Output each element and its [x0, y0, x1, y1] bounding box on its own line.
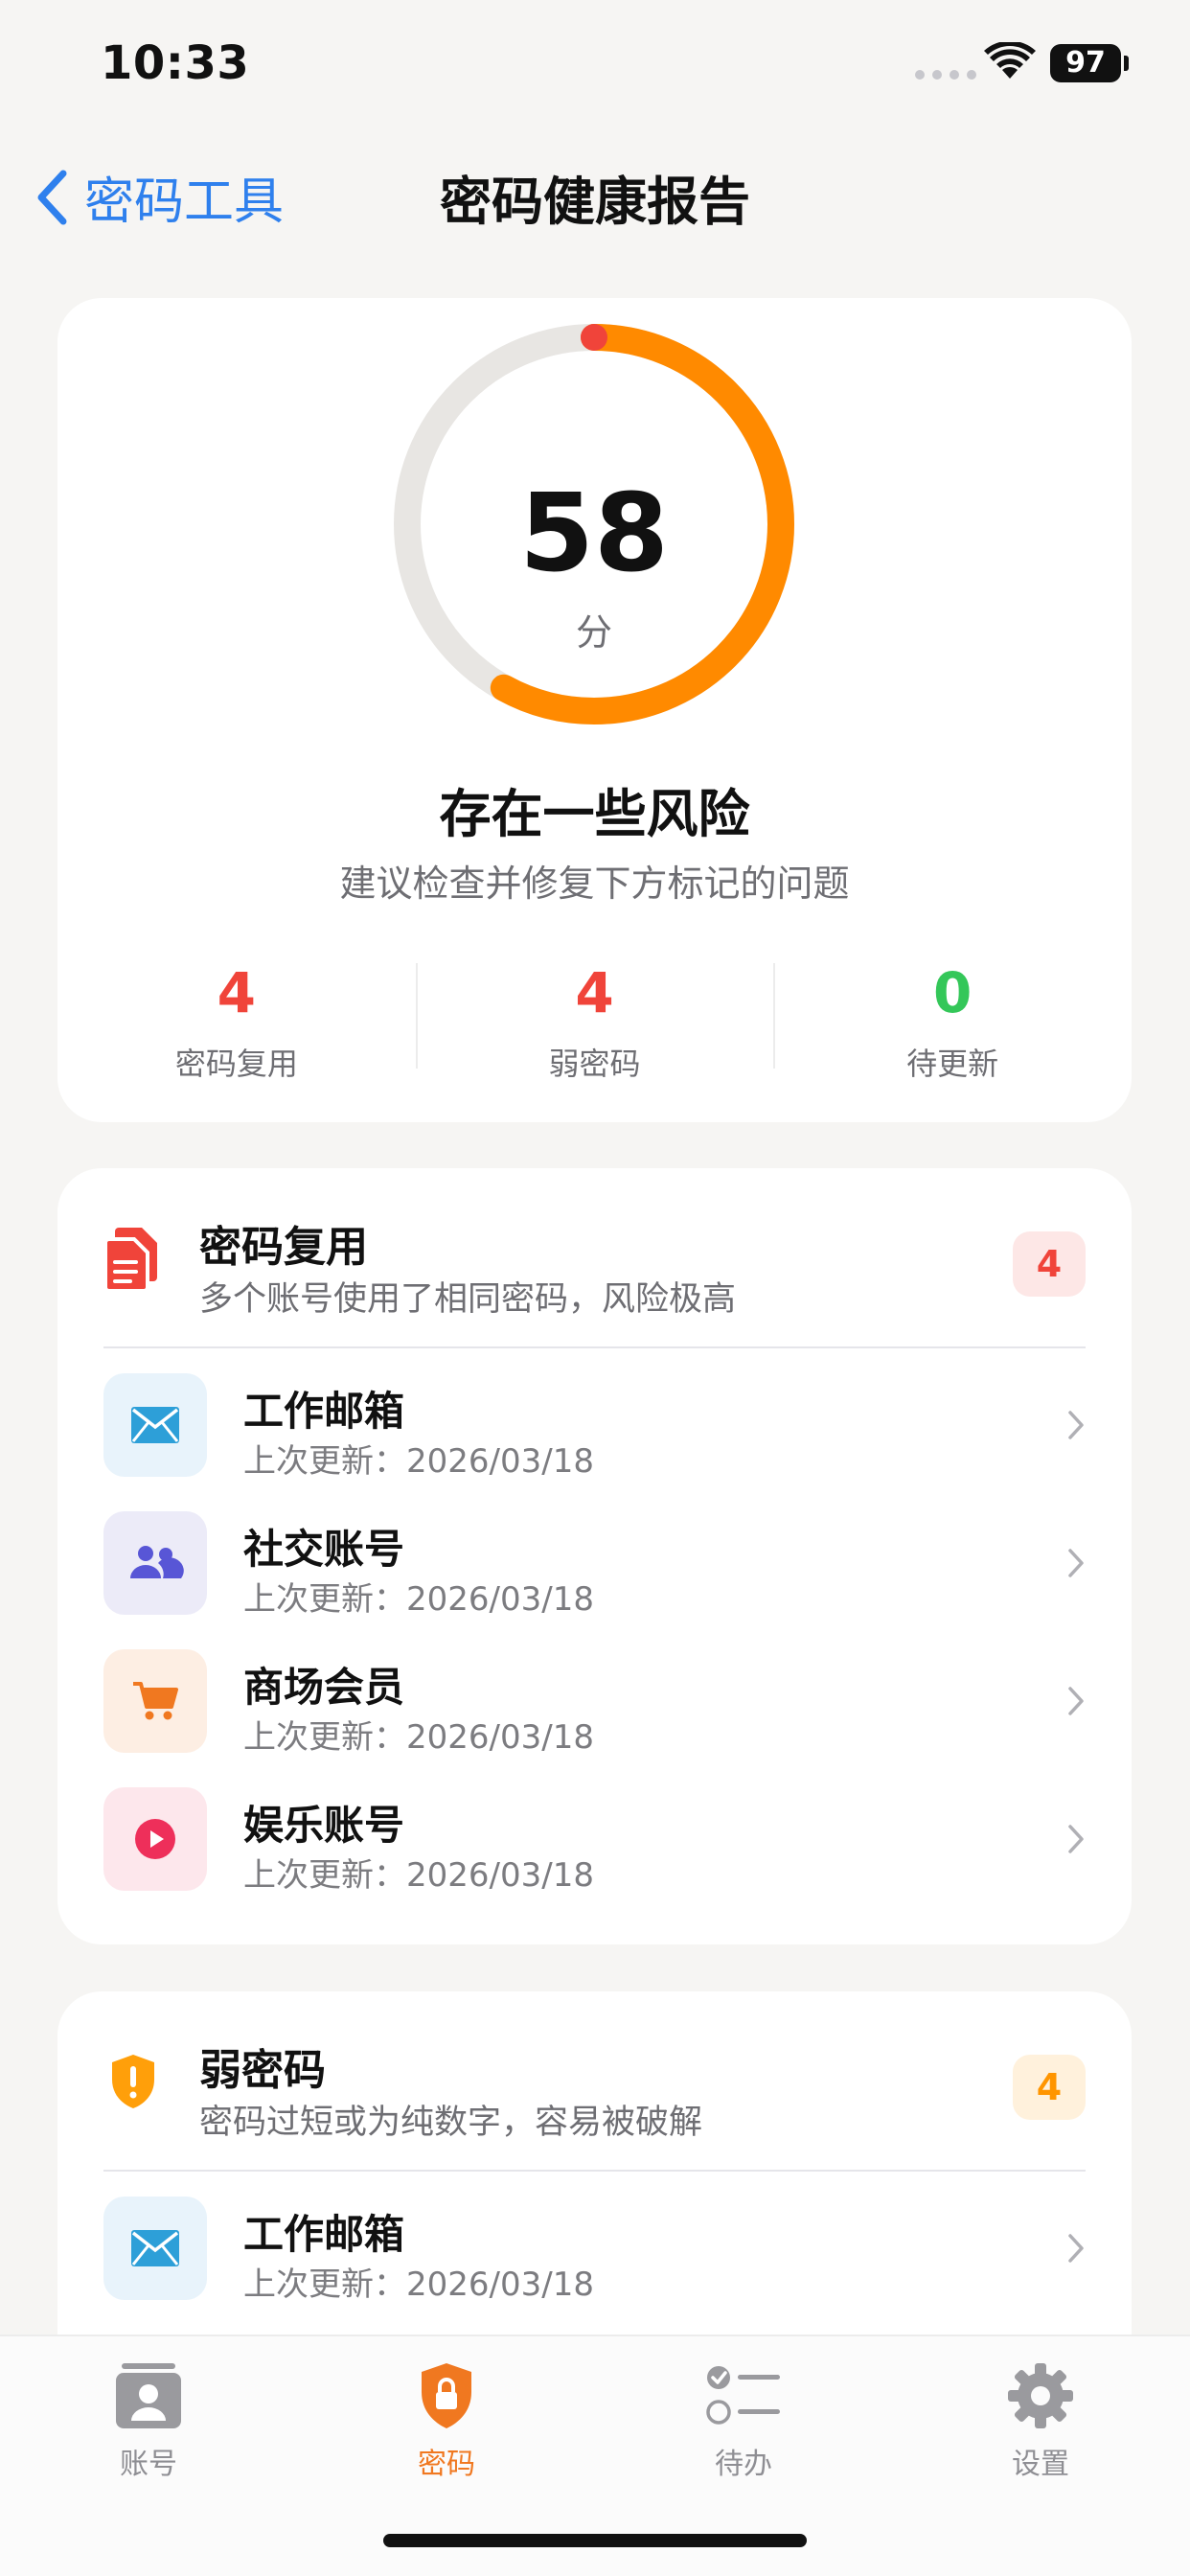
page-title: 密码健康报告 [440, 172, 750, 232]
mail-icon [103, 2196, 207, 2300]
list-item[interactable]: 社交账号 上次更新：2026/03/18 [57, 1511, 1132, 1649]
row-title: 工作邮箱 [243, 1388, 405, 1435]
row-title: 娱乐账号 [243, 1802, 405, 1849]
shield-alert-icon [112, 2055, 154, 2108]
row-subtitle: 上次更新：2026/03/18 [243, 1856, 594, 1895]
tab-label: 设置 [1012, 2448, 1069, 2481]
row-title: 商场会员 [243, 1664, 405, 1711]
stat-value: 4 [217, 960, 257, 1025]
people-icon [103, 1511, 207, 1615]
reuse-section-description: 多个账号使用了相同密码，风险极高 [199, 1280, 737, 1319]
stat-pending-update[interactable]: 0 待更新 [773, 959, 1132, 1084]
weak-count-badge: 4 [1013, 2055, 1086, 2120]
chevron-right-icon [1068, 1825, 1084, 1853]
list-item[interactable]: 工作邮箱 上次更新：2026/03/18 [57, 1373, 1132, 1511]
stat-reuse[interactable]: 4 密码复用 [57, 959, 416, 1084]
checklist-icon [648, 2356, 839, 2436]
reuse-section-title: 密码复用 [199, 1223, 368, 1272]
divider [103, 1346, 1086, 1348]
stat-value: 4 [575, 960, 614, 1025]
reuse-account-list: 工作邮箱 上次更新：2026/03/18 社交账号 上次更新：2026/03/1… [57, 1373, 1132, 1925]
row-subtitle: 上次更新：2026/03/18 [243, 1718, 594, 1757]
score-value: 58 [519, 472, 669, 596]
tab-settings[interactable]: 设置 [945, 2356, 1136, 2482]
tab-label: 密码 [418, 2448, 475, 2481]
contact-card-icon [53, 2356, 244, 2436]
stat-label: 待更新 [906, 1046, 999, 1082]
weak-section-header: 弱密码 密码过短或为纯数字，容易被破解 4 [57, 1991, 1132, 2172]
row-title: 工作邮箱 [243, 2211, 405, 2258]
risk-description: 建议检查并修复下方标记的问题 [339, 862, 850, 905]
status-time: 10:33 [101, 36, 250, 90]
lock-shield-icon [351, 2356, 542, 2436]
stat-value: 0 [933, 960, 973, 1025]
list-item[interactable]: 商场会员 上次更新：2026/03/18 [57, 1649, 1132, 1787]
chevron-right-icon [1068, 1411, 1084, 1439]
tab-label: 账号 [120, 2448, 177, 2481]
chevron-right-icon [1068, 1549, 1084, 1577]
row-subtitle: 上次更新：2026/03/18 [243, 1580, 594, 1619]
reuse-section-card: 密码复用 多个账号使用了相同密码，风险极高 4 工作邮箱 上次更新：2026/0… [57, 1168, 1132, 1944]
battery-cap [1124, 56, 1129, 71]
stat-weak[interactable]: 4 弱密码 [415, 959, 774, 1084]
weak-section-title: 弱密码 [199, 2046, 326, 2095]
wifi-icon [984, 42, 1036, 79]
list-item[interactable]: 工作邮箱 上次更新：2026/03/18 [57, 2196, 1132, 2334]
duplicate-doc-icon [103, 1228, 157, 1293]
play-icon [103, 1787, 207, 1891]
mail-icon [103, 1373, 207, 1477]
stat-label: 密码复用 [174, 1046, 298, 1082]
divider [103, 2170, 1086, 2172]
score-card: 58 分 存在一些风险 建议检查并修复下方标记的问题 4 密码复用 4 弱密码 … [57, 298, 1132, 1122]
row-title: 社交账号 [243, 1526, 405, 1573]
gear-icon [945, 2356, 1136, 2436]
row-subtitle: 上次更新：2026/03/18 [243, 1442, 594, 1481]
tab-todo[interactable]: 待办 [648, 2356, 839, 2482]
tab-label: 待办 [715, 2448, 772, 2481]
score-ring-start-dot [581, 324, 607, 351]
cart-icon [103, 1649, 207, 1753]
status-bar: 10:33 97 [0, 0, 1190, 134]
weak-section-description: 密码过短或为纯数字，容易被破解 [199, 2104, 703, 2142]
stat-label: 弱密码 [548, 1046, 641, 1082]
score-unit: 分 [575, 611, 612, 654]
reuse-section-header: 密码复用 多个账号使用了相同密码，风险极高 4 [57, 1168, 1132, 1348]
home-indicator [383, 2534, 807, 2547]
risk-title: 存在一些风险 [439, 784, 750, 844]
tab-accounts[interactable]: 账号 [53, 2356, 244, 2482]
tab-passwords[interactable]: 密码 [351, 2356, 542, 2482]
weak-account-list: 工作邮箱 上次更新：2026/03/18 [57, 2196, 1132, 2334]
chevron-right-icon [1068, 2234, 1084, 2263]
stats-row: 4 密码复用 4 弱密码 0 待更新 [57, 959, 1132, 1084]
chevron-right-icon [1068, 1687, 1084, 1715]
navigation-bar: 密码工具 密码健康报告 [0, 144, 1190, 240]
reuse-count-badge: 4 [1013, 1231, 1086, 1297]
cellular-signal-icon [915, 70, 976, 80]
row-subtitle: 上次更新：2026/03/18 [243, 2266, 594, 2304]
list-item[interactable]: 娱乐账号 上次更新：2026/03/18 [57, 1787, 1132, 1925]
battery-indicator: 97 [1050, 44, 1121, 82]
score-gauge: 58 分 [393, 323, 795, 725]
